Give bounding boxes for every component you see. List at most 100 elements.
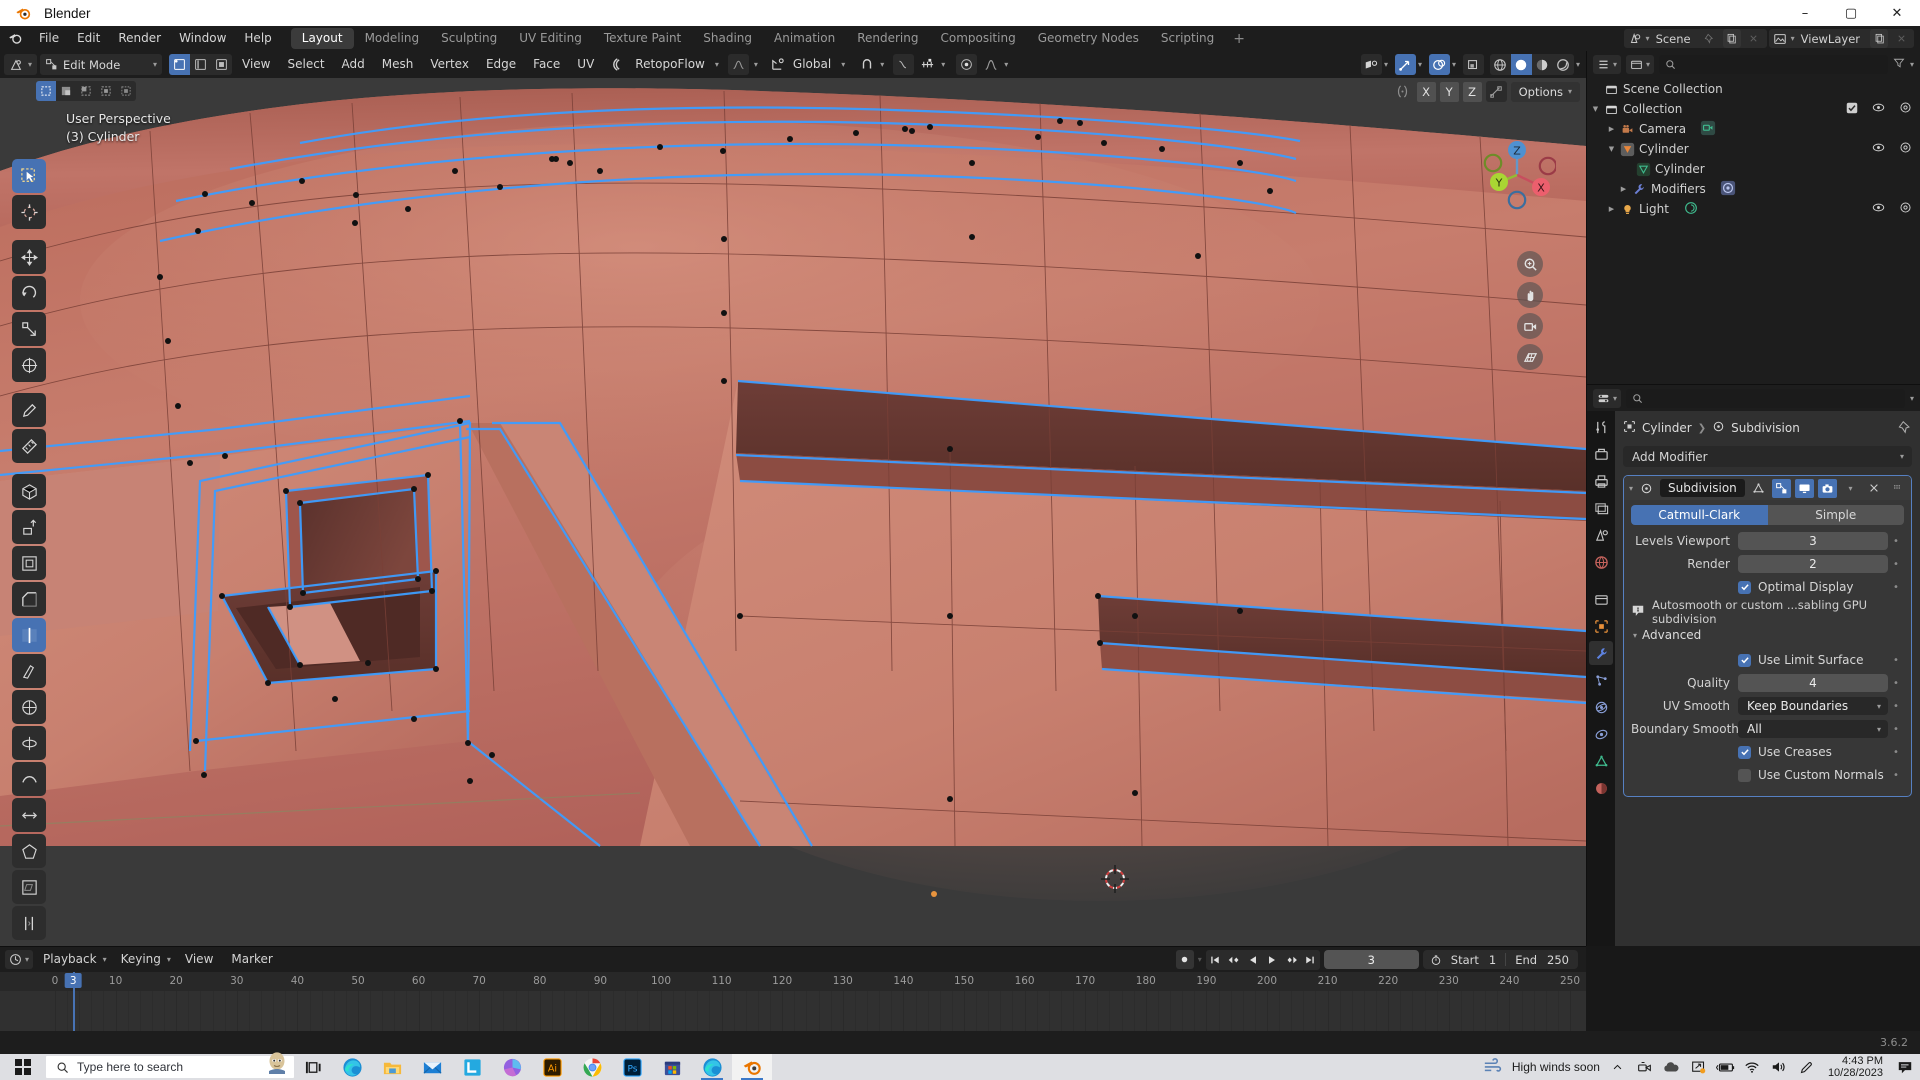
play-reverse-button[interactable] [1244,950,1263,970]
animate-property-dot[interactable]: • [1888,747,1904,758]
smooth-tool[interactable] [12,762,46,796]
output-tab[interactable] [1589,469,1613,493]
toggle-camera-view-icon[interactable] [1517,313,1543,339]
viewport-menu-view[interactable]: View [235,52,277,77]
outliner-row-scene-collection[interactable]: Scene Collection [1587,79,1920,99]
add-cube-tool[interactable] [12,474,46,508]
outliner-display-mode[interactable]: ▾ [1626,54,1655,74]
move-tool[interactable] [12,240,46,274]
add-modifier-button[interactable]: Add Modifier ▾ [1623,446,1912,467]
timeline-menu-view[interactable]: View [177,947,221,972]
outliner-row-light[interactable]: ▶ Light [1587,199,1920,219]
new-scene-button[interactable] [1722,29,1741,48]
viewport-menu-vertex[interactable]: Vertex [423,52,476,77]
3d-viewport[interactable]: ▾ Edit Mode ▾ View Select Add Mesh Verte… [0,51,1586,946]
taskbar-app-illustrator[interactable]: Ai [532,1054,572,1080]
rendered-shading-icon[interactable] [1552,54,1574,75]
delete-viewlayer-button[interactable] [1892,29,1910,48]
boundary-smooth-dropdown[interactable]: All ▾ [1738,720,1888,738]
start-button[interactable] [0,1054,46,1080]
editor-type-selector[interactable]: ▾ [4,54,38,75]
outliner-row-camera[interactable]: ▶ Camera [1587,119,1920,139]
battery-icon[interactable] [1715,1054,1735,1080]
spin-tool[interactable] [12,726,46,760]
pivot-point-icon[interactable] [956,54,978,75]
viewport-menu-mesh[interactable]: Mesh [375,52,421,77]
toggle-orthographic-icon[interactable] [1517,344,1543,370]
taskbar-app-edge-2[interactable] [692,1054,732,1080]
play-button[interactable] [1263,950,1282,970]
data-tab[interactable] [1589,749,1613,773]
tweak-tool[interactable] [12,159,46,193]
outliner-row-collection[interactable]: ▼ Collection [1587,99,1920,119]
outliner-editor[interactable]: ▾ ▾ ▾ Scene Collection ▼ Collection ▶ Ca… [1586,51,1920,384]
loop-cut-tool[interactable] [12,618,46,652]
timeline-editor-type-selector[interactable]: ▾ [5,950,34,969]
weather-widget[interactable]: High winds soon [1483,1057,1600,1077]
wireframe-shading-icon[interactable] [1489,54,1511,75]
onedrive-tray-icon[interactable] [1662,1054,1681,1080]
taskbar-app-edge[interactable] [332,1054,372,1080]
menu-edit[interactable]: Edit [68,26,109,51]
viewport-menu-select[interactable]: Select [281,52,332,77]
properties-editor-type-selector[interactable]: ▾ [1593,388,1622,408]
inset-faces-tool[interactable] [12,546,46,580]
pin-icon[interactable] [1898,420,1912,437]
outliner-editor-type-selector[interactable]: ▾ [1593,54,1622,74]
bevel-tool[interactable] [12,582,46,616]
taskbar-app-file-explorer[interactable] [372,1054,412,1080]
viewlayer-selector[interactable]: ▾ ViewLayer [1768,29,1914,48]
mirror-axis-x[interactable]: X [1416,81,1436,102]
expand-triangle[interactable]: ▶ [1617,185,1630,193]
minimize-button[interactable]: – [1782,0,1828,26]
workspace-tab-uv-editing[interactable]: UV Editing [508,28,593,49]
levels-viewport-field[interactable]: 3 [1738,532,1888,550]
edge-slide-tool[interactable] [12,798,46,832]
viewport-menu-add[interactable]: Add [335,52,372,77]
visibility-selectability-icon[interactable] [1360,54,1382,75]
delete-modifier-icon[interactable] [1864,479,1883,498]
zoom-view-icon[interactable] [1517,251,1543,277]
proportional-editing-icon[interactable] [980,54,1001,75]
notification-center-icon[interactable] [1895,1054,1914,1080]
constraints-tab[interactable] [1589,722,1613,746]
object-tab[interactable] [1589,614,1613,638]
collection-checkbox[interactable] [1846,102,1858,117]
animate-property-dot[interactable]: • [1888,724,1904,735]
retopoflow-icon[interactable] [604,54,625,75]
outliner-row-modifiers[interactable]: ▶ Modifiers [1587,179,1920,199]
menu-window[interactable]: Window [170,26,235,51]
animate-property-dot[interactable]: • [1888,582,1904,593]
add-workspace-button[interactable]: + [1225,31,1253,47]
transform-orientation-label[interactable]: Global [791,52,838,77]
current-frame-field[interactable]: 3 [1323,950,1419,969]
optimal-display-checkbox[interactable] [1738,580,1751,594]
wifi-icon[interactable] [1743,1054,1762,1080]
timeline-editor[interactable]: ▾ Playback ▾ Keying ▾ View Marker ▾ 3 St… [0,946,1586,1032]
auto-keying-icon[interactable] [1175,950,1194,969]
modifier-extras-icon[interactable]: ▾ [1841,479,1860,498]
outliner-row-cylinder-object[interactable]: ▼ Cylinder [1587,139,1920,159]
taskbar-app-chrome[interactable] [572,1054,612,1080]
on-cage-toggle-icon[interactable] [1749,479,1768,498]
subdivision-type-simple[interactable]: Simple [1767,505,1904,525]
modifier-name-field[interactable]: Subdivision [1660,479,1745,497]
outliner-search-input[interactable] [1659,54,1888,74]
scene-selector[interactable]: ▾ Scene [1623,29,1767,48]
intersect-select-mode-icon[interactable] [116,81,136,101]
jump-to-prev-keyframe-button[interactable] [1225,950,1244,970]
viewport-menu-face[interactable]: Face [526,52,567,77]
expand-triangle[interactable]: ▼ [1589,105,1602,113]
meet-now-icon[interactable] [1635,1054,1654,1080]
outliner-filter-icon[interactable] [1893,57,1905,71]
mirror-axis-z[interactable]: Z [1462,81,1482,102]
viewlayer-tab[interactable] [1589,496,1613,520]
timeline-menu-keying[interactable]: Keying [113,947,169,972]
vertex-select-icon[interactable] [169,54,191,75]
realtime-display-toggle-icon[interactable] [1795,478,1814,498]
timeline-keyframe-area[interactable] [0,991,1586,1032]
topology-mirror-icon[interactable] [1485,81,1507,102]
scale-tool[interactable] [12,312,46,346]
show-gizmo-icon[interactable] [1394,54,1416,75]
camera-icon[interactable] [1899,201,1912,217]
